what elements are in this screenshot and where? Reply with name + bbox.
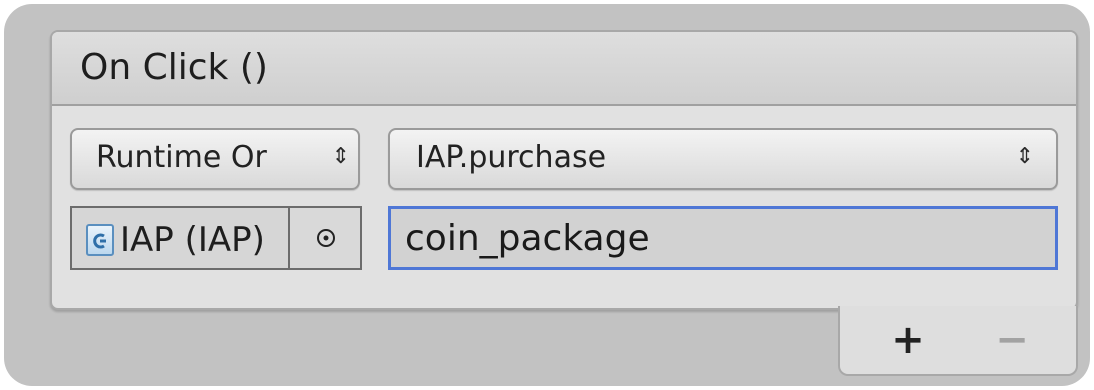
target-object-field[interactable]: IAP (IAP) — [70, 206, 362, 270]
target-object-label: IAP (IAP) — [120, 220, 265, 260]
remove-listener-button[interactable]: − — [982, 316, 1042, 364]
object-picker-button[interactable] — [288, 208, 360, 268]
unity-event-panel: On Click () Runtime Or ⇕ IAP.purchase ⇕ … — [50, 30, 1078, 310]
updown-arrows-icon: ⇕ — [1015, 144, 1034, 169]
method-label: IAP.purchase — [416, 140, 607, 175]
method-dropdown[interactable]: IAP.purchase ⇕ — [388, 128, 1058, 190]
add-listener-button[interactable]: + — [878, 316, 938, 364]
event-header: On Click () — [52, 32, 1076, 106]
event-title: On Click () — [80, 47, 268, 88]
runtime-mode-label: Runtime Or — [96, 140, 267, 175]
object-picker-icon — [317, 229, 335, 247]
listener-controls: + − — [838, 306, 1078, 376]
argument-input[interactable] — [388, 206, 1058, 270]
runtime-mode-dropdown[interactable]: Runtime Or ⇕ — [70, 128, 360, 190]
script-component-icon — [86, 224, 114, 256]
updown-arrows-icon: ⇕ — [331, 144, 350, 169]
